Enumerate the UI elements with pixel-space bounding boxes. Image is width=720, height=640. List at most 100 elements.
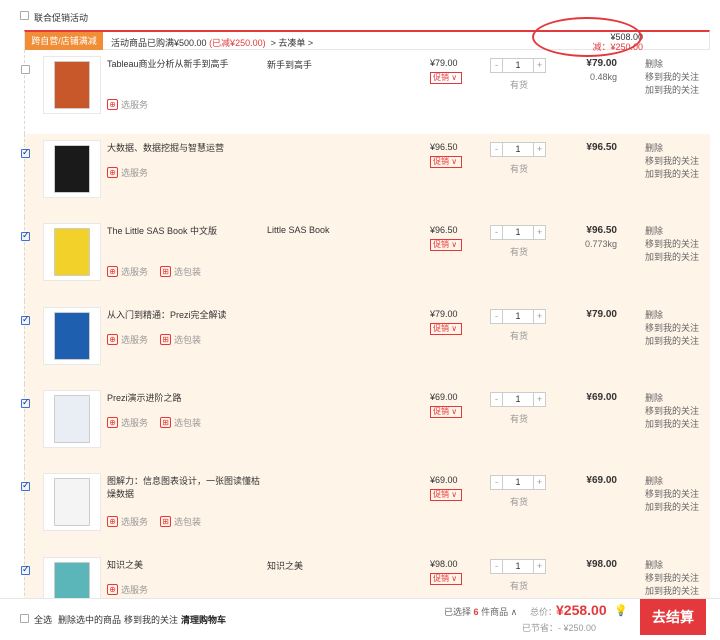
increase-button[interactable]: +: [533, 560, 545, 573]
select-service-link[interactable]: 选服务: [121, 517, 148, 527]
select-service-link[interactable]: 选服务: [121, 168, 148, 178]
decrease-button[interactable]: -: [491, 393, 503, 406]
item-checkbox[interactable]: [21, 480, 30, 491]
product-thumbnail[interactable]: [43, 390, 101, 448]
quantity-input[interactable]: 1: [503, 560, 533, 573]
checkout-button[interactable]: 去结算: [640, 599, 706, 635]
product-title[interactable]: The Little SAS Book 中文版: [107, 225, 267, 238]
select-service-link[interactable]: 选服务: [121, 335, 148, 345]
decrease-button[interactable]: -: [491, 59, 503, 72]
product-title[interactable]: 大数据、数据挖掘与智慧运营: [107, 142, 267, 155]
increase-button[interactable]: +: [533, 143, 545, 156]
promo-dropdown[interactable]: 促销 ∨: [430, 489, 462, 501]
add-to-follow-link[interactable]: 加到我的关注: [645, 335, 699, 348]
product-title[interactable]: Prezi演示进阶之路: [107, 392, 267, 405]
item-actions: 删除 移到我的关注 加到我的关注: [645, 142, 699, 181]
item-checkbox[interactable]: [21, 147, 30, 158]
stock-status: 有货: [510, 247, 529, 257]
increase-button[interactable]: +: [533, 226, 545, 239]
quantity-input[interactable]: 1: [503, 393, 533, 406]
add-to-follow-link[interactable]: 加到我的关注: [645, 501, 699, 514]
promo-dropdown[interactable]: 促销 ∨: [430, 239, 462, 251]
delete-link[interactable]: 删除: [645, 309, 699, 322]
select-package-link[interactable]: 选包装: [174, 418, 201, 428]
promo-dropdown[interactable]: 促销 ∨: [430, 406, 462, 418]
product-thumbnail[interactable]: [43, 307, 101, 365]
product-thumbnail[interactable]: [43, 140, 101, 198]
promo-dropdown-label: 促销: [433, 240, 449, 249]
product-title[interactable]: Tableau商业分析从新手到高手: [107, 58, 267, 71]
quantity-input[interactable]: 1: [503, 143, 533, 156]
add-to-follow-link[interactable]: 加到我的关注: [645, 418, 699, 431]
promo-dropdown[interactable]: 促销 ∨: [430, 156, 462, 168]
cart-item: 从入门到精通：Prezi完全解读 ⊕选服务 ⊞选包装 ¥79.00 促销 ∨ -1+ 有货 ¥…: [21, 301, 710, 384]
select-all-label[interactable]: 全选: [34, 613, 52, 626]
product-thumbnail[interactable]: [43, 56, 101, 114]
selected-number: 6: [473, 607, 479, 617]
increase-button[interactable]: +: [533, 310, 545, 323]
move-follow-link[interactable]: 移到我的关注: [124, 613, 178, 626]
move-to-follow-link[interactable]: 移到我的关注: [645, 488, 699, 501]
move-to-follow-link[interactable]: 移到我的关注: [645, 572, 699, 585]
promo-add-link[interactable]: > 去凑单 >: [271, 38, 314, 48]
joint-promo-checkbox[interactable]: [20, 11, 29, 20]
select-all-checkbox[interactable]: [20, 614, 29, 623]
select-service-link[interactable]: 选服务: [121, 585, 148, 595]
add-to-follow-link[interactable]: 加到我的关注: [645, 84, 699, 97]
select-service-link[interactable]: 选服务: [121, 418, 148, 428]
delete-selected-link[interactable]: 删除选中的商品: [58, 613, 121, 626]
decrease-button[interactable]: -: [491, 310, 503, 323]
move-to-follow-link[interactable]: 移到我的关注: [645, 155, 699, 168]
add-to-follow-link[interactable]: 加到我的关注: [645, 585, 699, 598]
delete-link[interactable]: 删除: [645, 392, 699, 405]
product-title[interactable]: 知识之美: [107, 559, 267, 572]
select-service-link[interactable]: 选服务: [121, 267, 148, 277]
select-package-link[interactable]: 选包装: [174, 335, 201, 345]
promo-dropdown[interactable]: 促销 ∨: [430, 323, 462, 335]
selected-count[interactable]: 已选择 6 件商品 ∧: [444, 605, 517, 618]
select-package-link[interactable]: 选包装: [174, 267, 201, 277]
decrease-button[interactable]: -: [491, 476, 503, 489]
decrease-button[interactable]: -: [491, 143, 503, 156]
promo-dropdown[interactable]: 促销 ∨: [430, 72, 462, 84]
quantity-input[interactable]: 1: [503, 476, 533, 489]
delete-link[interactable]: 删除: [645, 475, 699, 488]
delete-link[interactable]: 删除: [645, 58, 699, 71]
add-to-follow-link[interactable]: 加到我的关注: [645, 168, 699, 181]
select-service-link[interactable]: 选服务: [121, 100, 148, 110]
move-to-follow-link[interactable]: 移到我的关注: [645, 238, 699, 251]
move-to-follow-link[interactable]: 移到我的关注: [645, 405, 699, 418]
increase-button[interactable]: +: [533, 393, 545, 406]
item-checkbox[interactable]: [21, 230, 30, 241]
item-checkbox[interactable]: [21, 564, 30, 575]
move-to-follow-link[interactable]: 移到我的关注: [645, 71, 699, 84]
decrease-button[interactable]: -: [491, 226, 503, 239]
product-thumbnail[interactable]: [43, 473, 101, 531]
product-title[interactable]: 图解力：信息图表设计，一张图读懂枯燥数据: [107, 475, 267, 501]
add-to-follow-link[interactable]: 加到我的关注: [645, 251, 699, 264]
cart-item: 图解力：信息图表设计，一张图读懂枯燥数据 ⊕选服务 ⊞选包装 ¥69.00 促销 ∨ -1…: [21, 467, 710, 551]
delete-link[interactable]: 删除: [645, 225, 699, 238]
decrease-button[interactable]: -: [491, 560, 503, 573]
clear-cart-link[interactable]: 清理购物车: [181, 613, 226, 626]
item-checkbox[interactable]: [21, 397, 30, 408]
quantity-input[interactable]: 1: [503, 310, 533, 323]
quantity-input[interactable]: 1: [503, 226, 533, 239]
item-checkbox[interactable]: [21, 314, 30, 325]
quantity-input[interactable]: 1: [503, 59, 533, 72]
move-to-follow-link[interactable]: 移到我的关注: [645, 322, 699, 335]
product-thumbnail[interactable]: [43, 223, 101, 281]
delete-link[interactable]: 删除: [645, 142, 699, 155]
increase-button[interactable]: +: [533, 59, 545, 72]
service-options: ⊕ 选服务: [107, 583, 160, 596]
item-checkbox[interactable]: [21, 65, 30, 74]
select-package-link[interactable]: 选包装: [174, 517, 201, 527]
delete-link[interactable]: 删除: [645, 559, 699, 572]
service-icon: ⊕: [107, 167, 118, 178]
increase-button[interactable]: +: [533, 476, 545, 489]
promo-dropdown[interactable]: 促销 ∨: [430, 573, 462, 585]
service-options: ⊕ 选服务 ⊞ 选包装: [107, 416, 213, 429]
lightbulb-icon[interactable]: 💡: [614, 604, 628, 617]
product-title[interactable]: 从入门到精通：Prezi完全解读: [107, 309, 267, 322]
promo-dropdown-label: 促销: [433, 157, 449, 166]
